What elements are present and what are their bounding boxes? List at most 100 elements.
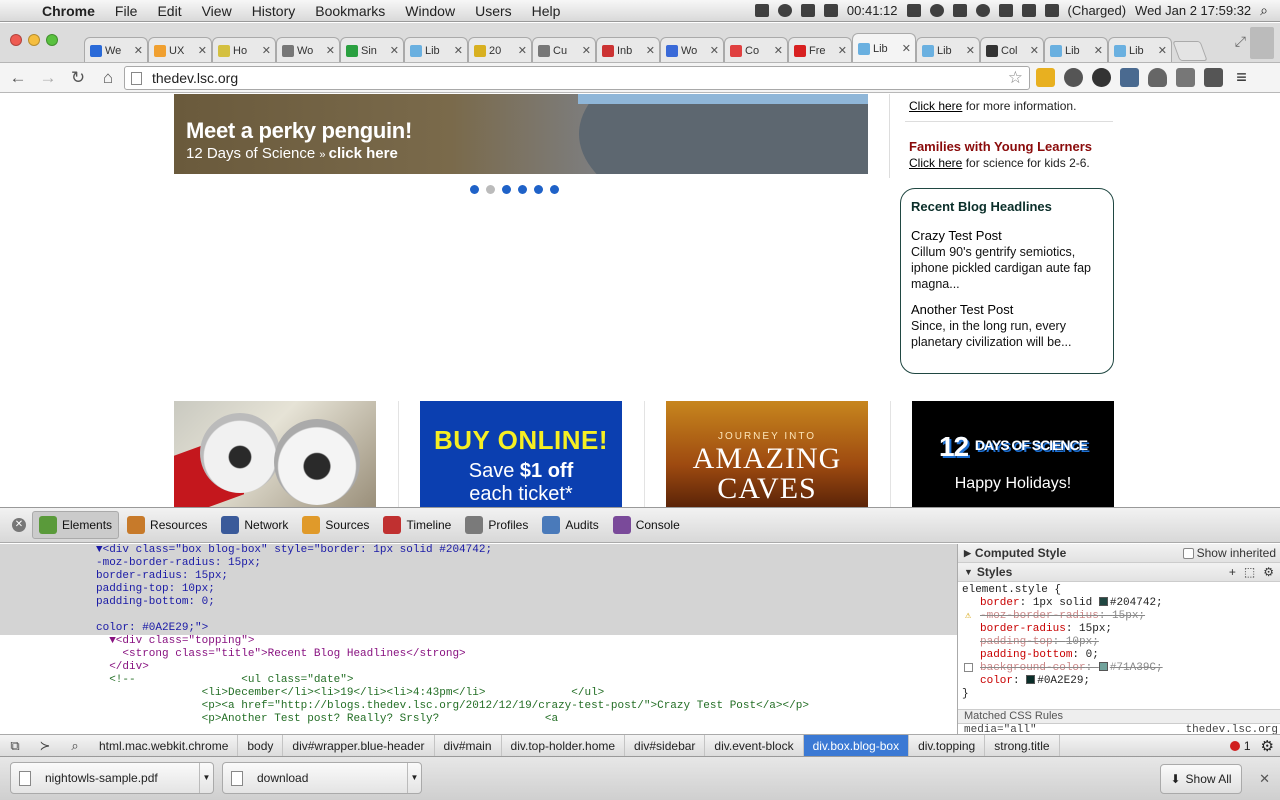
dock-toggle-icon[interactable]: ⧉	[0, 738, 30, 754]
breadcrumb-item[interactable]: body	[238, 734, 284, 757]
carousel-dot[interactable]	[470, 185, 479, 194]
browser-tab[interactable]: UX ✕	[148, 37, 212, 62]
battery-status[interactable]: (Charged)	[1068, 3, 1127, 18]
menu-users[interactable]: Users	[465, 3, 522, 19]
download-item[interactable]: download ▼	[222, 762, 422, 794]
clock[interactable]: Wed Jan 2 17:59:32	[1135, 3, 1251, 18]
browser-tab[interactable]: Ho ✕	[212, 37, 276, 62]
menu-view[interactable]: View	[192, 3, 242, 19]
css-property[interactable]: border: 1px solid #204742;	[962, 597, 1276, 610]
tab-close-icon[interactable]: ✕	[966, 44, 975, 57]
menu-help[interactable]: Help	[522, 3, 571, 19]
tab-close-icon[interactable]: ✕	[262, 44, 271, 57]
carousel-dot[interactable]	[518, 185, 527, 194]
devtools-tab-timeline[interactable]: Timeline	[377, 511, 457, 539]
css-property[interactable]: padding-top: 10px;	[962, 636, 1276, 649]
camera-extension-icon[interactable]	[1120, 68, 1139, 87]
breadcrumb-item[interactable]: div#wrapper.blue-header	[283, 734, 435, 757]
error-counter[interactable]: 1 ⚙	[1229, 737, 1280, 755]
wifi-icon[interactable]	[975, 4, 990, 17]
browser-tab[interactable]: Fre ✕	[788, 37, 852, 62]
dom-node-line[interactable]: </div>	[0, 661, 957, 674]
inspect-search-icon[interactable]: ⌕	[60, 738, 90, 754]
css-property[interactable]: border-radius: 15px;	[962, 623, 1276, 636]
dom-node-line[interactable]: border-radius: 15px;	[0, 570, 957, 583]
browser-tab[interactable]: Lib ✕	[852, 33, 916, 62]
blog-post-title[interactable]: Another Test Post	[911, 302, 1103, 317]
pocket-extension-icon[interactable]	[1148, 68, 1167, 87]
bookmark-star-icon[interactable]: ☆	[1008, 68, 1023, 88]
browser-tab[interactable]: Col ✕	[980, 37, 1044, 62]
devtools-tab-network[interactable]: Network	[215, 511, 294, 539]
color-swatch[interactable]	[1098, 662, 1108, 671]
browser-tab[interactable]: Lib ✕	[1108, 37, 1172, 62]
elements-tree[interactable]: ▼<div class="box blog-box" style="border…	[0, 544, 957, 734]
time-machine-icon[interactable]	[929, 4, 944, 17]
home-button[interactable]: ⌂	[96, 68, 120, 88]
promo-monkeys[interactable]	[174, 401, 376, 507]
carousel-dot[interactable]	[534, 185, 543, 194]
tab-close-icon[interactable]: ✕	[390, 44, 399, 57]
tab-close-icon[interactable]: ✕	[838, 44, 847, 57]
add-rule-icon[interactable]: +	[1229, 565, 1236, 579]
hero-banner[interactable]: Meet a perky penguin! 12 Days of Science…	[174, 94, 868, 174]
battery-icon[interactable]	[1044, 4, 1059, 17]
carousel-dot[interactable]	[502, 185, 511, 194]
tab-close-icon[interactable]: ✕	[582, 44, 591, 57]
property-checkbox[interactable]	[964, 663, 973, 672]
elapsed-time[interactable]: 00:41:12	[847, 3, 898, 18]
tab-close-icon[interactable]: ✕	[518, 44, 527, 57]
dom-node-line[interactable]: ▼<div class="box blog-box" style="border…	[0, 544, 957, 557]
breadcrumb-item[interactable]: div.top-holder.home	[502, 734, 626, 757]
tab-close-icon[interactable]: ✕	[1094, 44, 1103, 57]
promo-caves[interactable]: JOURNEY INTO AMAZING CAVES	[666, 401, 868, 507]
back-button[interactable]: ←	[6, 68, 30, 88]
dom-node-line[interactable]: <!-- <ul class="date">	[0, 674, 957, 687]
devtools-tab-resources[interactable]: Resources	[121, 511, 213, 539]
chrome-extension-icon[interactable]	[1092, 68, 1111, 87]
browser-tab[interactable]: Wo ✕	[660, 37, 724, 62]
bluetooth-icon[interactable]	[952, 4, 967, 17]
tool-extension-icon[interactable]	[1176, 68, 1195, 87]
matched-css-rules-header[interactable]: Matched CSS Rules	[958, 709, 1280, 724]
dom-node-line[interactable]: padding-bottom: 0;	[0, 596, 957, 609]
reload-button[interactable]: ↻	[66, 68, 90, 88]
breadcrumb-item[interactable]: div#sidebar	[625, 734, 706, 757]
screenshot-extension-icon[interactable]	[1204, 68, 1223, 87]
css-property[interactable]: color: #0A2E29;	[962, 675, 1276, 688]
breadcrumb-item[interactable]: div.box.blog-box	[803, 734, 910, 757]
devtools-tab-sources[interactable]: Sources	[296, 511, 375, 539]
settings-gear-icon[interactable]: ⚙	[1263, 565, 1274, 579]
close-window-button[interactable]	[10, 34, 22, 46]
gear-extension-icon[interactable]	[1064, 68, 1083, 87]
browser-tab[interactable]: We ✕	[84, 37, 148, 62]
css-property[interactable]: padding-bottom: 0;	[962, 649, 1276, 662]
show-inherited-checkbox[interactable]	[1182, 547, 1194, 559]
volume-icon[interactable]	[998, 4, 1013, 17]
devtools-tab-audits[interactable]: Audits	[536, 511, 604, 539]
devtools-tab-elements[interactable]: Elements	[32, 511, 120, 539]
dropbox-icon[interactable]	[777, 4, 792, 17]
tab-close-icon[interactable]: ✕	[1158, 44, 1167, 57]
dom-node-line[interactable]: padding-top: 10px;	[0, 583, 957, 596]
breadcrumb-item[interactable]: div.event-block	[705, 734, 804, 757]
console-drawer-icon[interactable]: ≻	[30, 738, 60, 754]
dom-node-line[interactable]: <p><a href="http://blogs.thedev.lsc.org/…	[0, 700, 957, 713]
download-item[interactable]: nightowls-sample.pdf ▼	[10, 762, 214, 794]
plus-icon[interactable]	[800, 4, 815, 17]
new-tab-button[interactable]	[1172, 41, 1208, 61]
carousel-dot[interactable]	[486, 185, 495, 194]
browser-tab[interactable]: Wo ✕	[276, 37, 340, 62]
close-download-shelf-icon[interactable]: ✕	[1259, 771, 1270, 787]
tab-close-icon[interactable]: ✕	[902, 42, 911, 55]
timer-icon[interactable]	[823, 4, 838, 17]
menu-file[interactable]: File	[105, 3, 148, 19]
dom-node-line[interactable]: <li>December</li><li>19</li><li>4:43pm</…	[0, 687, 957, 700]
color-swatch[interactable]	[1026, 675, 1036, 684]
css-property[interactable]: background-color: #71A39C;	[962, 662, 1276, 675]
drive-icon[interactable]	[754, 4, 769, 17]
spotlight-icon[interactable]: ⌕	[1260, 2, 1268, 19]
dom-node-line[interactable]: color: #0A2E29;">	[0, 622, 957, 635]
media-source-link[interactable]: thedev.lsc.org	[1186, 724, 1278, 734]
zoom-window-button[interactable]	[46, 34, 58, 46]
